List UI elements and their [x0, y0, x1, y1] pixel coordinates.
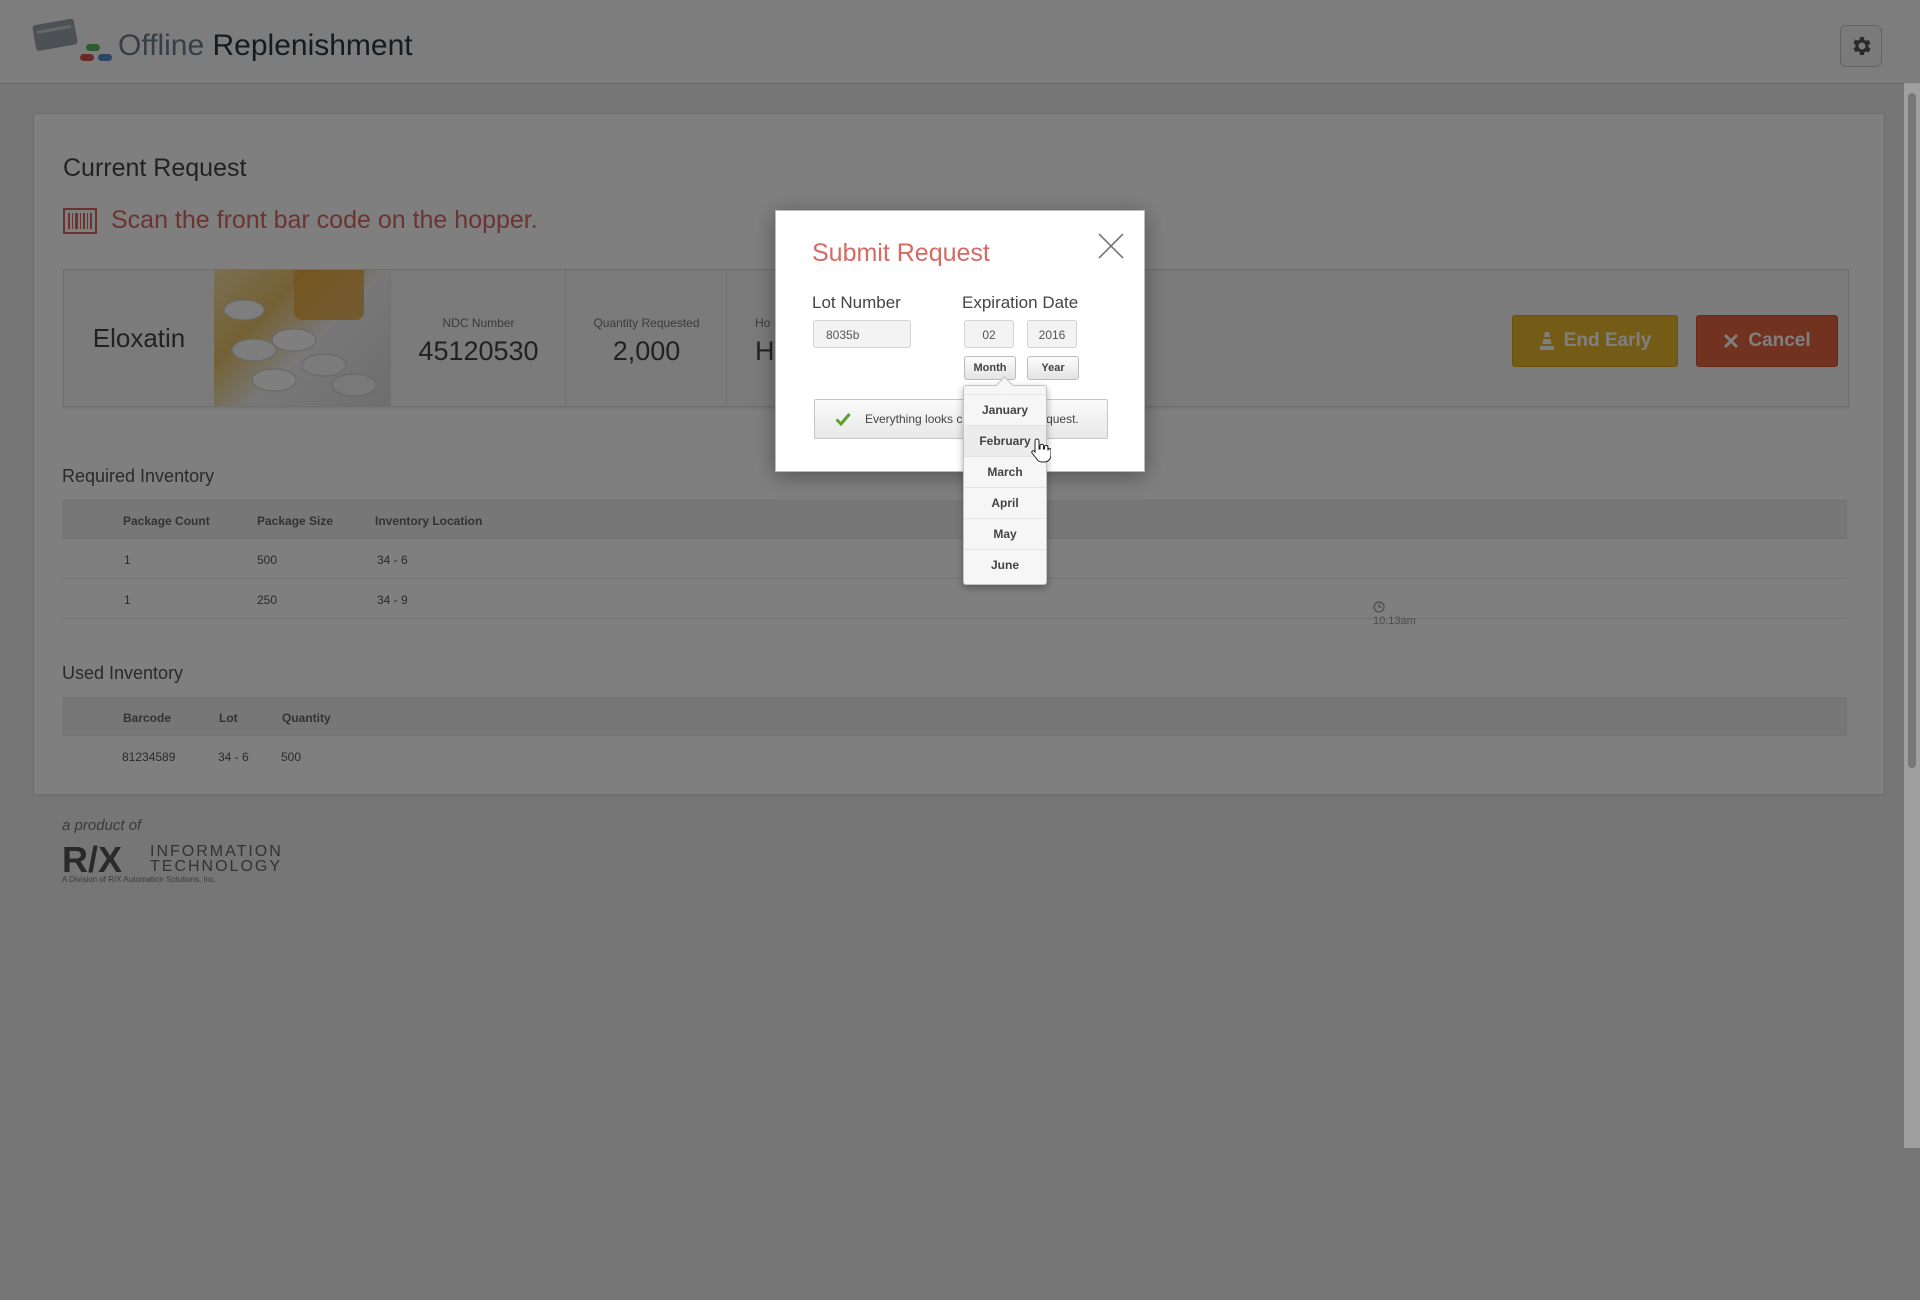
scrollbar-thumb[interactable] — [1908, 93, 1916, 768]
checkmark-icon — [835, 413, 851, 426]
expiration-year-input[interactable]: 2016 — [1027, 320, 1077, 348]
submit-status-button[interactable]: Everything looks c equest. — [814, 399, 1108, 439]
lot-number-label: Lot Number — [812, 293, 901, 312]
submit-request-modal: Submit Request Lot Number Expiration Dat… — [775, 210, 1145, 472]
expiration-month-input[interactable]: 02 — [964, 320, 1014, 348]
page-scrollbar[interactable] — [1904, 83, 1920, 1148]
month-dropdown: January February March April May June — [963, 376, 1047, 585]
month-option-april[interactable]: April — [964, 487, 1046, 518]
modal-backdrop[interactable] — [0, 0, 1920, 1300]
status-text-left: Everything looks c — [865, 412, 963, 426]
year-picker-button[interactable]: Year — [1027, 356, 1079, 380]
month-option-may[interactable]: May — [964, 518, 1046, 549]
month-picker-button[interactable]: Month — [964, 356, 1016, 380]
close-icon[interactable] — [1096, 231, 1126, 261]
hand-cursor-icon — [1031, 438, 1051, 463]
modal-title: Submit Request — [812, 239, 990, 267]
lot-number-input[interactable]: 8035b — [813, 320, 911, 348]
month-option-june[interactable]: June — [964, 549, 1046, 580]
expiration-date-label: Expiration Date — [962, 293, 1079, 312]
month-option-january[interactable]: January — [964, 394, 1046, 425]
